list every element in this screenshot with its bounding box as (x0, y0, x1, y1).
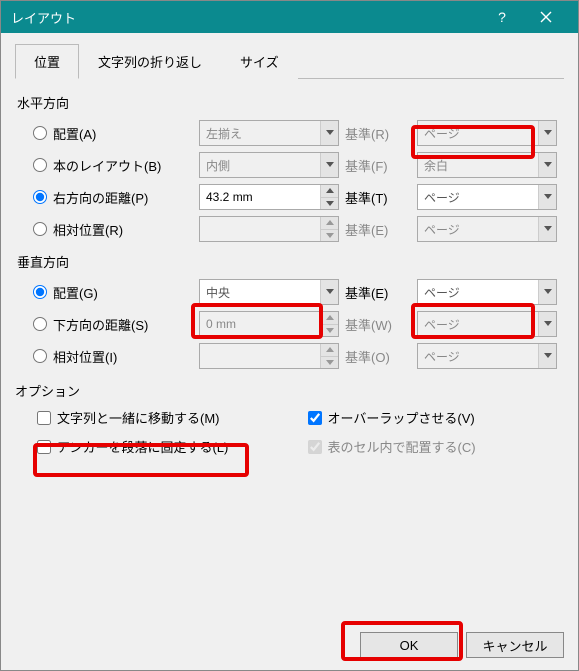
spin-down-icon[interactable] (320, 229, 338, 242)
v-alignment-base-combo[interactable] (417, 279, 557, 305)
close-icon (540, 11, 552, 23)
v-absolute-base-combo[interactable] (417, 311, 557, 337)
tab-position[interactable]: 位置 (15, 44, 79, 79)
chevron-down-icon[interactable] (320, 153, 338, 177)
content-area: 位置 文字列の折り返し サイズ 水平方向 配置(A) 基準(R) 本のレイアウト… (1, 33, 578, 466)
spin-down-icon[interactable] (320, 356, 338, 369)
chevron-down-icon[interactable] (538, 344, 556, 368)
spin-up-icon[interactable] (320, 344, 338, 356)
spin-up-icon[interactable] (320, 217, 338, 229)
h-relative-base-label: 基準(E) (343, 220, 413, 239)
v-alignment-base-label: 基準(E) (343, 283, 413, 302)
h-absolute-base-combo[interactable] (417, 184, 557, 210)
layout-dialog: レイアウト ? 位置 文字列の折り返し サイズ 水平方向 配置(A) 基準(R)… (0, 0, 579, 671)
close-button[interactable] (524, 1, 568, 33)
h-alignment-base-label: 基準(R) (343, 124, 413, 143)
chevron-down-icon[interactable] (538, 217, 556, 241)
v-relative-base-label: 基準(O) (343, 347, 413, 366)
h-book-combo[interactable] (199, 152, 339, 178)
tab-bar: 位置 文字列の折り返し サイズ (15, 43, 564, 79)
chevron-down-icon[interactable] (320, 121, 338, 145)
allow-overlap-checkbox[interactable]: オーバーラップさせる(V) (308, 408, 565, 427)
tab-size[interactable]: サイズ (221, 44, 298, 79)
chevron-down-icon[interactable] (538, 280, 556, 304)
h-relative-value[interactable] (199, 216, 339, 242)
section-horizontal: 水平方向 (17, 93, 564, 112)
chevron-down-icon[interactable] (538, 121, 556, 145)
cancel-button[interactable]: キャンセル (466, 632, 564, 658)
h-alignment-base-combo[interactable] (417, 120, 557, 146)
title-bar: レイアウト ? (1, 1, 578, 33)
section-vertical: 垂直方向 (17, 252, 564, 271)
ok-button[interactable]: OK (360, 632, 458, 658)
h-absolute-base-label: 基準(T) (343, 188, 413, 207)
lock-anchor-checkbox[interactable]: アンカーを段落に固定する(L) (37, 437, 294, 456)
h-relative-radio[interactable]: 相対位置(R) (15, 220, 195, 239)
v-relative-radio[interactable]: 相対位置(I) (15, 347, 195, 366)
vertical-grid: 配置(G) 基準(E) 下方向の距離(S) 基準(W) 相対位置(I) 基準(O… (15, 279, 564, 369)
v-absolute-value[interactable] (199, 311, 339, 337)
dialog-title: レイアウト (11, 8, 480, 27)
chevron-down-icon[interactable] (538, 185, 556, 209)
spin-down-icon[interactable] (320, 324, 338, 337)
v-alignment-radio[interactable]: 配置(G) (15, 283, 195, 302)
v-absolute-base-label: 基準(W) (343, 315, 413, 334)
v-absolute-radio[interactable]: 下方向の距離(S) (15, 315, 195, 334)
options-legend: オプション (15, 381, 564, 400)
chevron-down-icon[interactable] (538, 153, 556, 177)
move-with-text-checkbox[interactable]: 文字列と一緒に移動する(M) (37, 408, 294, 427)
help-button[interactable]: ? (480, 1, 524, 33)
h-book-radio[interactable]: 本のレイアウト(B) (15, 156, 195, 175)
h-alignment-radio[interactable]: 配置(A) (15, 124, 195, 143)
chevron-down-icon[interactable] (538, 312, 556, 336)
h-relative-base-combo[interactable] (417, 216, 557, 242)
h-alignment-combo[interactable] (199, 120, 339, 146)
options-group: オプション 文字列と一緒に移動する(M) オーバーラップさせる(V) アンカーを… (15, 381, 564, 456)
layout-in-cell-checkbox: 表のセル内で配置する(C) (308, 437, 565, 456)
h-book-base-combo[interactable] (417, 152, 557, 178)
h-absolute-radio[interactable]: 右方向の距離(P) (15, 188, 195, 207)
spin-down-icon[interactable] (320, 197, 338, 210)
v-relative-value[interactable] (199, 343, 339, 369)
horizontal-grid: 配置(A) 基準(R) 本のレイアウト(B) 基準(F) 右方向の距離(P) 基… (15, 120, 564, 242)
spin-up-icon[interactable] (320, 312, 338, 324)
v-relative-base-combo[interactable] (417, 343, 557, 369)
h-absolute-value[interactable] (199, 184, 339, 210)
tab-wrapping[interactable]: 文字列の折り返し (79, 44, 221, 79)
spin-up-icon[interactable] (320, 185, 338, 197)
button-bar: OK キャンセル (360, 632, 564, 658)
h-book-base-label: 基準(F) (343, 156, 413, 175)
v-alignment-combo[interactable] (199, 279, 339, 305)
chevron-down-icon[interactable] (320, 280, 338, 304)
